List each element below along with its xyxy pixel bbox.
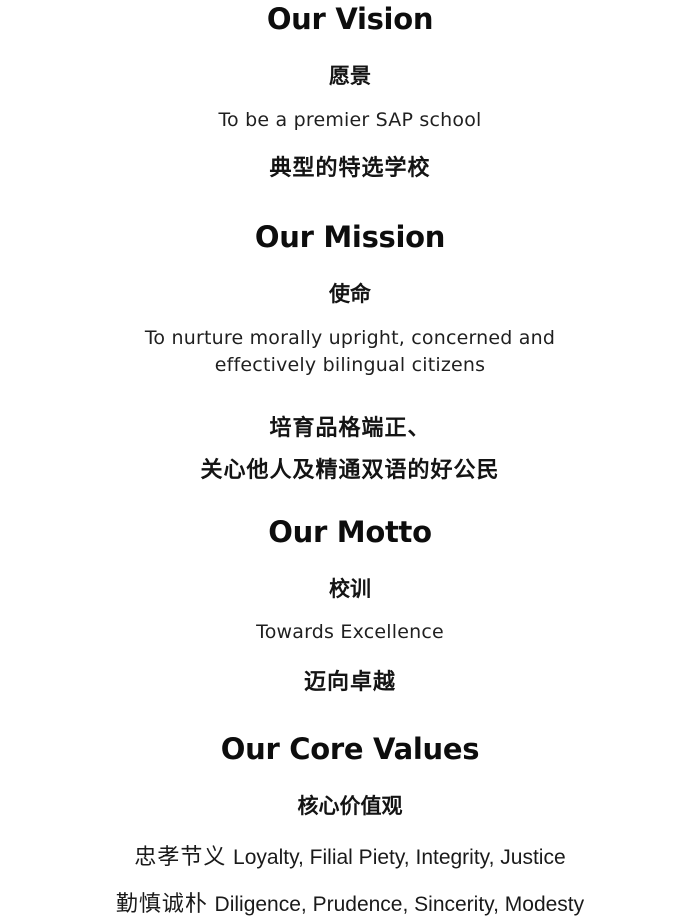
motto-heading: Our Motto xyxy=(268,515,432,549)
vision-text-en: To be a premier SAP school xyxy=(218,109,482,131)
motto-text-en: Towards Excellence xyxy=(256,621,444,643)
core-value-en: Diligence, Prudence, Sincerity, Modesty xyxy=(214,893,585,916)
vision-heading: Our Vision xyxy=(266,2,434,36)
mission-heading: Our Mission xyxy=(254,220,446,254)
core-value-cn: 勤慎诚朴 xyxy=(115,892,208,917)
core-values-subheading-cn: 核心价值观 xyxy=(297,794,403,818)
mission-text-cn-line1: 培育品格端正、 xyxy=(269,416,431,441)
core-values-row: 忠孝节义 Loyalty, Filial Piety, Integrity, J… xyxy=(0,839,700,871)
core-value-cn: 忠孝节义 xyxy=(134,845,227,870)
mission-text-cn-line2: 关心他人及精通双语的好公民 xyxy=(200,458,500,483)
motto-subheading-cn: 校训 xyxy=(329,577,371,601)
core-values-heading: Our Core Values xyxy=(220,732,480,766)
school-statement-page: Our Vision 愿景 To be a premier SAP school… xyxy=(0,0,700,924)
motto-text-cn: 迈向卓越 xyxy=(303,670,396,695)
mission-text-en-line2: effectively bilingual citizens xyxy=(214,354,486,376)
core-value-en: Loyalty, Filial Piety, Integrity, Justic… xyxy=(233,846,566,869)
mission-subheading-cn: 使命 xyxy=(329,282,371,306)
vision-subheading-cn: 愿景 xyxy=(329,64,371,88)
vision-text-cn: 典型的特选学校 xyxy=(269,156,431,181)
core-values-row: 勤慎诚朴 Diligence, Prudence, Sincerity, Mod… xyxy=(0,886,700,918)
mission-text-en-line1: To nurture morally upright, concerned an… xyxy=(144,327,556,349)
